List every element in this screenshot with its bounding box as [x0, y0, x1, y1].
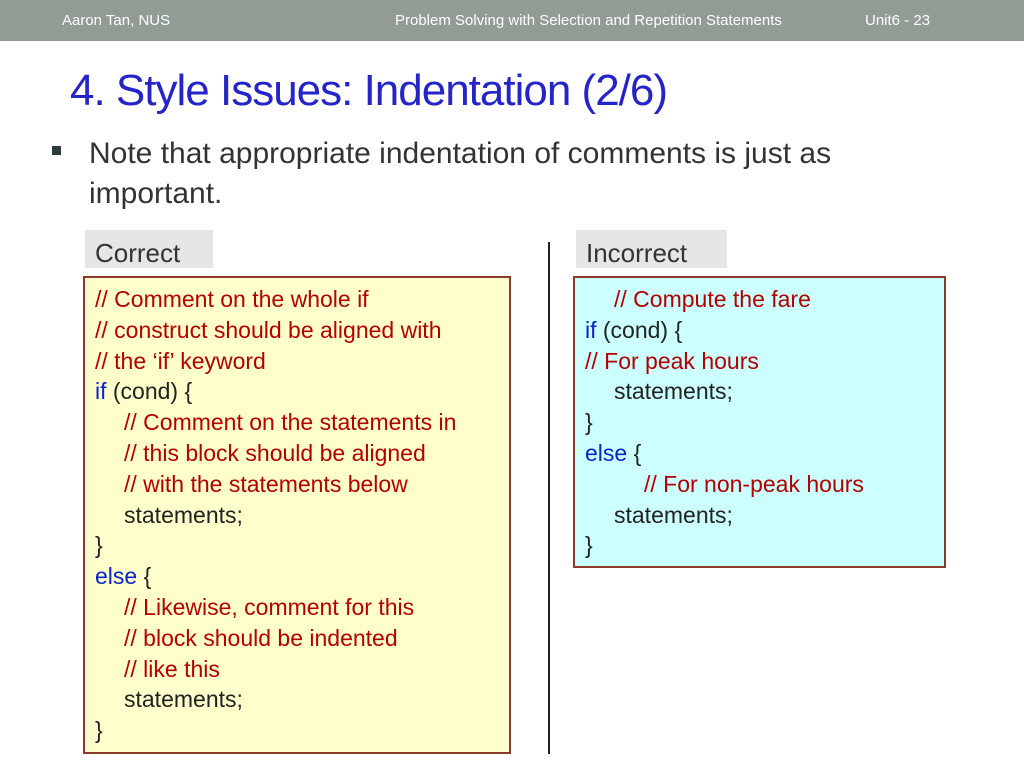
code-line: // Likewise, comment for this [95, 592, 509, 623]
code-line: // Comment on the statements in [95, 407, 509, 438]
code-line: // For non-peak hours [585, 469, 944, 500]
slide-title: 4. Style Issues: Indentation (2/6) [70, 66, 668, 115]
code-line: else { [95, 561, 509, 592]
code-line: } [95, 715, 509, 746]
code-line: // construct should be aligned with [95, 315, 509, 346]
code-text: statements; [124, 686, 243, 713]
code-line: // Compute the fare [585, 284, 944, 315]
code-line: } [585, 530, 944, 561]
code-text: } [95, 717, 103, 744]
header-course-title: Problem Solving with Selection and Repet… [395, 12, 782, 29]
code-keyword: if [585, 316, 597, 343]
code-keyword: else [585, 439, 628, 466]
code-comment: // Comment on the statements in [124, 409, 457, 436]
code-line: if (cond) { [95, 376, 509, 407]
code-text: statements; [614, 501, 733, 528]
code-keyword: if [95, 378, 107, 405]
code-line: // this block should be aligned [95, 438, 509, 469]
column-divider [548, 242, 550, 754]
header-page-number: Unit6 - 23 [865, 12, 931, 29]
code-line: else { [585, 438, 944, 469]
code-line: statements; [95, 684, 509, 715]
code-comment: // construct should be aligned with [95, 316, 442, 343]
code-line: // block should be indented [95, 623, 509, 654]
slide-header: Aaron Tan, NUS Problem Solving with Sele… [0, 0, 1024, 41]
code-comment: // For peak hours [585, 347, 759, 374]
code-text: } [95, 532, 103, 559]
code-comment: // Compute the fare [614, 286, 811, 312]
code-line: statements; [585, 500, 944, 531]
code-line: // For peak hours [585, 346, 944, 377]
code-comment: // block should be indented [124, 624, 398, 651]
code-text: statements; [614, 378, 733, 405]
code-line: } [95, 530, 509, 561]
code-text: (cond) { [106, 378, 193, 405]
code-text: statements; [124, 501, 243, 528]
code-text: } [585, 409, 593, 436]
code-text: } [585, 532, 593, 559]
code-comment: // with the statements below [124, 470, 408, 497]
code-line: // with the statements below [95, 469, 509, 500]
code-text: (cond) { [596, 316, 683, 343]
header-author: Aaron Tan, NUS [62, 12, 171, 29]
code-line: if (cond) { [585, 315, 944, 346]
code-text: { [627, 439, 642, 466]
code-comment: // Comment on the whole if [95, 286, 369, 312]
code-comment: // Likewise, comment for this [124, 593, 415, 620]
code-line: statements; [95, 500, 509, 531]
correct-label: Correct [85, 230, 213, 268]
code-comment: // this block should be aligned [124, 439, 426, 466]
incorrect-label: Incorrect [576, 230, 727, 268]
code-line: statements; [585, 376, 944, 407]
code-line: // Comment on the whole if [95, 284, 509, 315]
code-comment: // the ‘if’ keyword [95, 347, 266, 374]
code-comment: // like this [124, 655, 220, 682]
code-comment: // For non-peak hours [644, 470, 864, 497]
bullet-text: Note that appropriate indentation of com… [89, 137, 832, 210]
code-text: { [137, 563, 152, 590]
code-line: } [585, 407, 944, 438]
code-line: // like this [95, 654, 509, 685]
incorrect-code-box: // Compute the fare if (cond) {// For pea… [573, 276, 946, 568]
code-line: // the ‘if’ keyword [95, 346, 509, 377]
square-bullet-icon [52, 146, 61, 155]
correct-code-box: // Comment on the whole if // construct s… [83, 276, 511, 754]
code-keyword: else [95, 563, 138, 590]
